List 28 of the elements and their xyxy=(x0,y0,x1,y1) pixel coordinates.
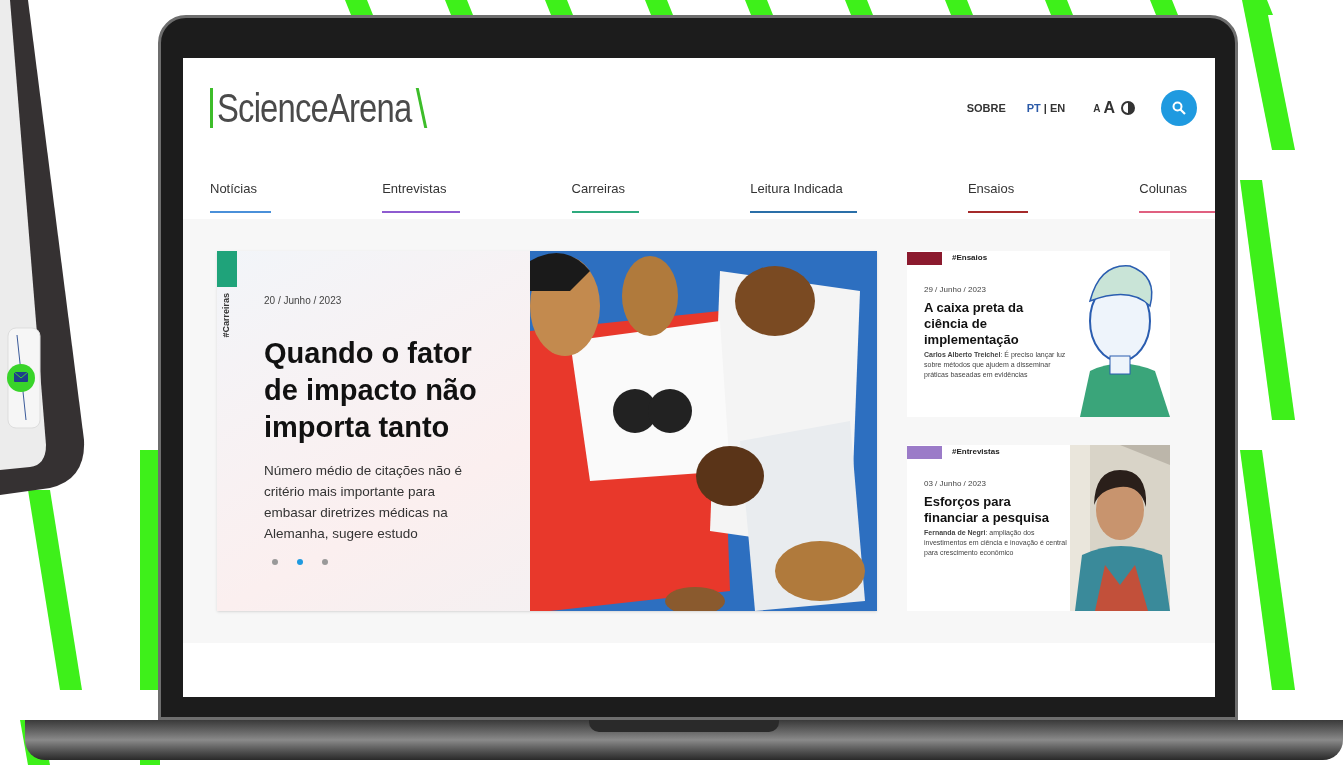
nav-tab[interactable]: Notícias xyxy=(210,179,271,213)
nav-tab[interactable]: Ensaios xyxy=(967,179,1029,213)
category-tag[interactable]: #Carreiras xyxy=(220,292,234,338)
article-headline[interactable]: Esforços para financiar a pesquisa xyxy=(924,493,1068,526)
font-size-smaller-button[interactable]: A xyxy=(1093,100,1101,116)
search-button[interactable] xyxy=(1161,90,1197,126)
nav-tab[interactable]: Entrevistas xyxy=(382,179,461,213)
contrast-icon[interactable] xyxy=(1121,101,1135,115)
hero-slide[interactable]: #Carreiras 20 / Junho / 2023 Quando o fator de impacto não importa tanto Número médio de citações não é critério mais importante para embasar diretrizes médicas na Alemanha, sugere estudo xyxy=(217,250,877,611)
nav-tab[interactable]: Leitura Indicada xyxy=(750,179,857,213)
nav-tab[interactable]: Colunas xyxy=(1139,179,1215,213)
category-tag[interactable]: #Ensaios xyxy=(952,252,988,264)
font-size-larger-button[interactable]: A xyxy=(1103,96,1115,120)
site-logo[interactable]: ScienceArena xyxy=(217,88,412,128)
nav-tab[interactable]: Carreiras xyxy=(571,179,640,213)
logo-bar-icon xyxy=(210,88,213,128)
article-date: 29 / Junho / 2023 xyxy=(924,283,987,296)
about-link[interactable]: SOBRE xyxy=(966,99,1006,117)
article-summary: Número médio de citações não é critério mais importante para embasar diretrizes médicas na Alemanha, sugere estudo xyxy=(264,461,464,543)
category-tag[interactable]: #Entrevistas xyxy=(952,446,1000,458)
article-date: 20 / Junho / 2023 xyxy=(264,293,343,308)
language-link[interactable]: EN xyxy=(1049,99,1066,117)
language-separator: | xyxy=(1043,100,1047,116)
search-icon xyxy=(1172,101,1186,115)
article-headline[interactable]: Quando o fator de impacto não importa tanto xyxy=(264,334,489,446)
language-link[interactable]: PT xyxy=(1026,99,1041,117)
article-headline[interactable]: A caixa preta da ciência de implementação xyxy=(924,299,1068,348)
article-date: 03 / Junho / 2023 xyxy=(924,477,987,490)
